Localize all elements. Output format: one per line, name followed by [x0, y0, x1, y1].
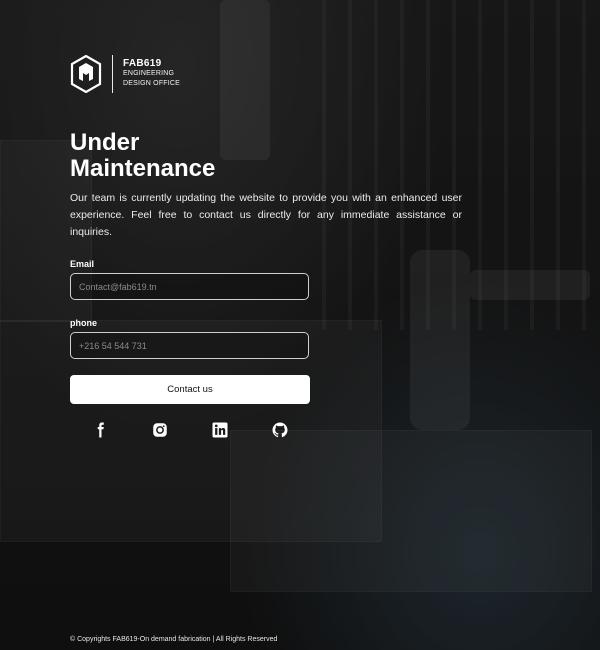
email-label: Email	[70, 259, 95, 269]
page-title: Under Maintenance	[70, 130, 462, 182]
brand-name: FAB619	[123, 58, 162, 69]
phone-field[interactable]	[70, 332, 309, 359]
phone-label: phone	[70, 318, 97, 328]
logo-hexagon-icon	[70, 55, 102, 93]
linkedin-link[interactable]	[211, 421, 229, 439]
email-input[interactable]	[79, 281, 300, 292]
maintenance-description: Our team is currently updating the websi…	[70, 192, 462, 238]
brand-logo[interactable]: FAB619 ENGINEERING DESIGN OFFICE	[70, 52, 462, 96]
page-title-line2: Maintenance	[70, 155, 216, 182]
social-links	[70, 421, 310, 439]
email-field[interactable]	[70, 273, 309, 300]
contact-us-button[interactable]: Contact us	[70, 375, 310, 404]
logo-divider	[112, 55, 113, 93]
instagram-icon	[153, 423, 167, 437]
facebook-link[interactable]	[91, 421, 109, 439]
instagram-link[interactable]	[151, 421, 169, 439]
facebook-icon	[97, 422, 104, 438]
footer-copyright: © Copyrights FAB619-On demand fabricatio…	[70, 636, 278, 643]
brand-subtitle-line2: DESIGN OFFICE	[123, 80, 181, 87]
main-content: FAB619 ENGINEERING DESIGN OFFICE Under M…	[70, 52, 462, 439]
github-link[interactable]	[271, 421, 289, 439]
logo-text: FAB619 ENGINEERING DESIGN OFFICE	[123, 59, 180, 89]
linkedin-icon	[212, 422, 228, 438]
github-icon	[272, 422, 288, 438]
phone-input[interactable]	[79, 340, 300, 351]
page-title-line1: Under	[70, 129, 140, 156]
brand-subtitle-line1: ENGINEERING	[123, 70, 175, 77]
